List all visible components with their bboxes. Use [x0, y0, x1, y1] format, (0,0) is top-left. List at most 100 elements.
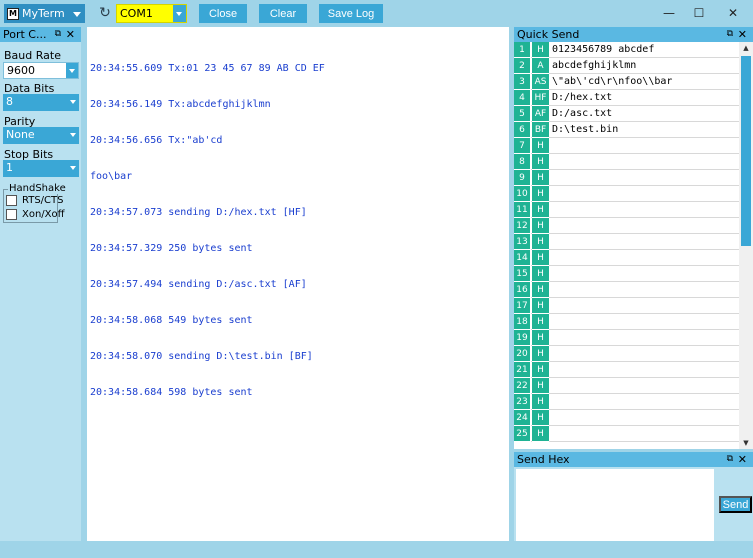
- rts-cts-option[interactable]: RTS/CTS: [6, 195, 63, 206]
- row-mode-tag[interactable]: H: [532, 410, 549, 426]
- row-mode-tag[interactable]: H: [532, 426, 549, 442]
- row-number[interactable]: 25: [514, 426, 531, 442]
- scroll-thumb[interactable]: [741, 56, 751, 246]
- quick-send-row[interactable]: 7H: [514, 138, 739, 154]
- row-mode-tag[interactable]: H: [532, 138, 549, 154]
- row-number[interactable]: 4: [514, 90, 531, 106]
- row-mode-tag[interactable]: H: [532, 394, 549, 410]
- pin-icon[interactable]: ⧉: [55, 27, 61, 42]
- row-payload-text[interactable]: D:/hex.txt: [552, 92, 612, 103]
- xon-xoff-option[interactable]: Xon/Xoff: [6, 209, 65, 220]
- row-number[interactable]: 23: [514, 394, 531, 410]
- close-port-button[interactable]: Close: [199, 4, 247, 23]
- row-payload-text[interactable]: D:\test.bin: [552, 124, 618, 135]
- row-number[interactable]: 10: [514, 186, 531, 202]
- row-mode-tag[interactable]: A: [532, 58, 549, 74]
- window-close-icon[interactable]: ✕: [718, 4, 748, 22]
- row-mode-tag[interactable]: AS: [532, 74, 549, 90]
- quick-send-row[interactable]: 19 H: [514, 330, 739, 346]
- row-mode-tag[interactable]: H: [532, 298, 549, 314]
- clear-button[interactable]: Clear: [259, 4, 307, 23]
- close-icon[interactable]: ✕: [66, 27, 75, 42]
- row-mode-tag[interactable]: H: [532, 250, 549, 266]
- row-payload-text[interactable]: \"ab\'cd\r\nfoo\\bar: [552, 76, 672, 87]
- quick-send-row[interactable]: 23 H: [514, 394, 739, 410]
- quick-send-row[interactable]: 16 H: [514, 282, 739, 298]
- row-mode-tag[interactable]: H: [532, 170, 549, 186]
- row-number[interactable]: 19: [514, 330, 531, 346]
- close-icon[interactable]: ✕: [738, 27, 747, 42]
- row-payload-text[interactable]: D:/asc.txt: [552, 108, 612, 119]
- scroll-down-icon[interactable]: ▼: [739, 437, 753, 449]
- row-mode-tag[interactable]: H: [532, 266, 549, 282]
- quick-send-row[interactable]: 14 H: [514, 250, 739, 266]
- row-number[interactable]: 11: [514, 202, 531, 218]
- row-number[interactable]: 14: [514, 250, 531, 266]
- quick-send-row[interactable]: 5 AF D:/asc.txt: [514, 106, 739, 122]
- row-number[interactable]: 1: [514, 42, 531, 58]
- minimize-icon[interactable]: —: [654, 4, 684, 22]
- xon-xoff-checkbox[interactable]: [6, 209, 17, 220]
- quick-send-row[interactable]: 12 H: [514, 218, 739, 234]
- row-mode-tag[interactable]: H: [532, 330, 549, 346]
- row-number[interactable]: 13: [514, 234, 531, 250]
- row-mode-tag[interactable]: H: [532, 282, 549, 298]
- row-number[interactable]: 5: [514, 106, 531, 122]
- data-bits-select[interactable]: 8: [3, 94, 79, 111]
- close-icon[interactable]: ✕: [738, 452, 747, 467]
- row-mode-tag[interactable]: H: [532, 186, 549, 202]
- port-select[interactable]: COM1: [116, 4, 187, 23]
- row-mode-tag[interactable]: H: [532, 346, 549, 362]
- quick-send-row[interactable]: 2 Aabcdefghijklmn: [514, 58, 739, 74]
- quick-send-row[interactable]: 25 H: [514, 426, 739, 442]
- row-number[interactable]: 24: [514, 410, 531, 426]
- quick-send-row[interactable]: 4 HF D:/hex.txt: [514, 90, 739, 106]
- refresh-icon[interactable]: ↻: [97, 5, 113, 21]
- row-number[interactable]: 12: [514, 218, 531, 234]
- row-mode-tag[interactable]: H: [532, 202, 549, 218]
- terminal-log[interactable]: 20:34:55.609 Tx:01 23 45 67 89 AB CD EF …: [87, 27, 509, 541]
- row-mode-tag[interactable]: H: [532, 42, 549, 58]
- row-mode-tag[interactable]: H: [532, 218, 549, 234]
- row-mode-tag[interactable]: H: [532, 362, 549, 378]
- quick-send-row[interactable]: 10 H: [514, 186, 739, 202]
- row-payload-text[interactable]: abcdefghijklmn: [552, 60, 636, 71]
- parity-select[interactable]: None: [3, 127, 79, 144]
- row-number[interactable]: 21: [514, 362, 531, 378]
- send-hex-input[interactable]: [516, 469, 714, 541]
- rts-cts-checkbox[interactable]: [6, 195, 17, 206]
- row-mode-tag[interactable]: AF: [532, 106, 549, 122]
- quick-send-row[interactable]: 9H: [514, 170, 739, 186]
- quick-send-row[interactable]: 13 H: [514, 234, 739, 250]
- row-number[interactable]: 20: [514, 346, 531, 362]
- quick-send-row[interactable]: 22 H: [514, 378, 739, 394]
- quick-send-row[interactable]: 15 H: [514, 266, 739, 282]
- scroll-up-icon[interactable]: ▲: [739, 42, 753, 54]
- row-number[interactable]: 8: [514, 154, 531, 170]
- quick-send-row[interactable]: 17 H: [514, 298, 739, 314]
- chevron-down-icon[interactable]: [67, 94, 79, 109]
- quick-send-row[interactable]: 11 H: [514, 202, 739, 218]
- quick-send-row[interactable]: 6 BF D:\test.bin: [514, 122, 739, 138]
- row-number[interactable]: 15: [514, 266, 531, 282]
- row-number[interactable]: 22: [514, 378, 531, 394]
- pin-icon[interactable]: ⧉: [727, 452, 733, 467]
- pin-icon[interactable]: ⧉: [727, 27, 733, 42]
- row-payload-text[interactable]: 0123456789 abcdef: [552, 44, 654, 55]
- baud-rate-select[interactable]: 9600: [3, 62, 79, 79]
- row-mode-tag[interactable]: BF: [532, 122, 549, 138]
- row-number[interactable]: 2: [514, 58, 531, 74]
- save-log-button[interactable]: Save Log: [319, 4, 383, 23]
- chevron-down-icon[interactable]: [66, 63, 78, 78]
- row-number[interactable]: 3: [514, 74, 531, 90]
- quick-send-row[interactable]: 1 H 0123456789 abcdef: [514, 42, 739, 58]
- app-menu-button[interactable]: M MyTerm: [4, 4, 85, 23]
- stop-bits-select[interactable]: 1: [3, 160, 79, 177]
- row-number[interactable]: 6: [514, 122, 531, 138]
- row-mode-tag[interactable]: H: [532, 378, 549, 394]
- quick-send-row[interactable]: 21 H: [514, 362, 739, 378]
- row-number[interactable]: 17: [514, 298, 531, 314]
- row-number[interactable]: 16: [514, 282, 531, 298]
- row-mode-tag[interactable]: H: [532, 154, 549, 170]
- quick-send-row[interactable]: 24 H: [514, 410, 739, 426]
